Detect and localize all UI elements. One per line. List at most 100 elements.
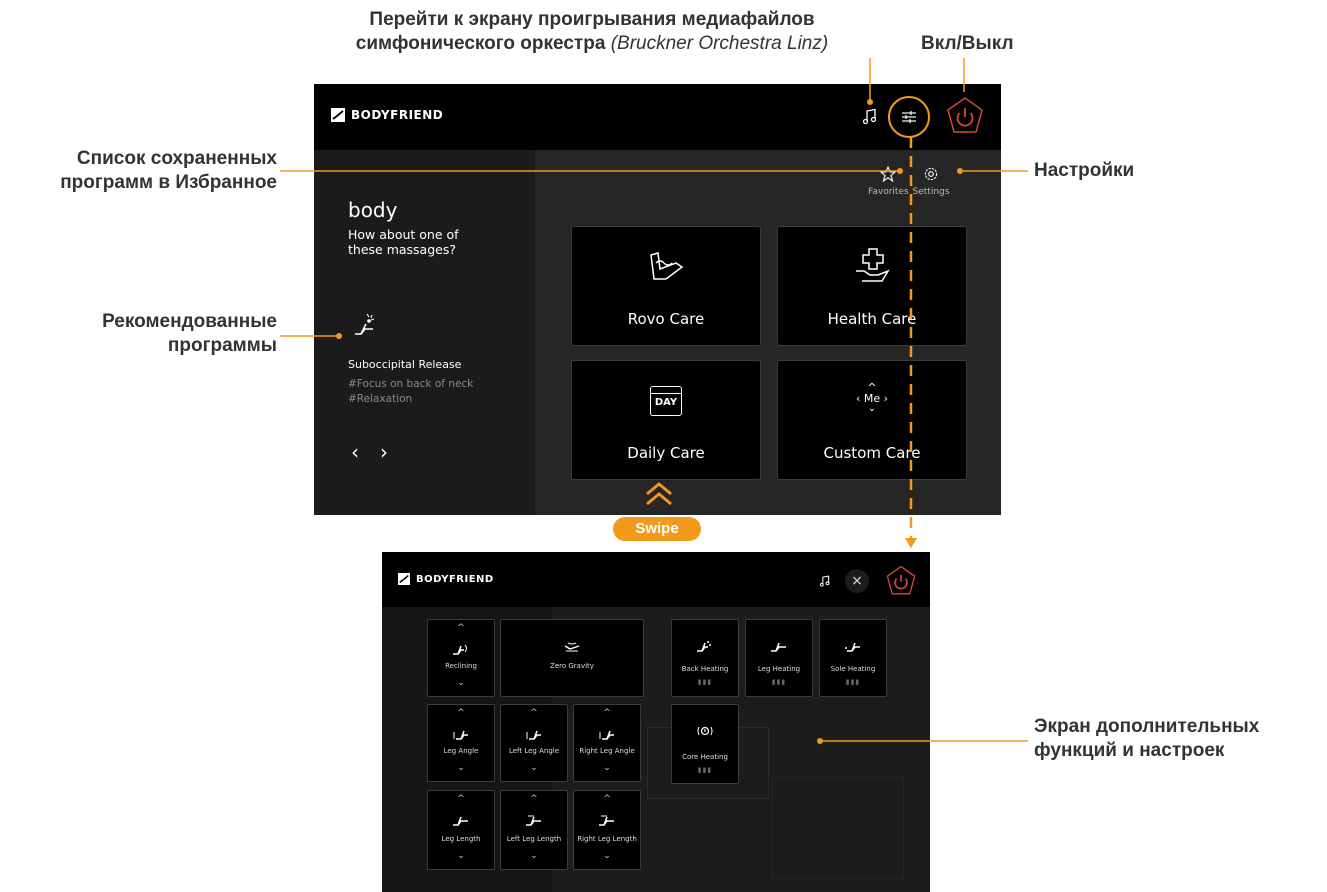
chevron-up-icon[interactable]: ^ bbox=[501, 794, 567, 804]
heating-label: Back Heating bbox=[681, 665, 729, 673]
chevron-down-icon[interactable]: ⌄ bbox=[428, 678, 494, 688]
control-label: Left Leg Length bbox=[506, 835, 562, 843]
back-heating-icon bbox=[697, 641, 711, 652]
heating-label: Sole Heating bbox=[830, 665, 876, 673]
me-arrows-icon: ^ ‹ Me › ⌄ bbox=[855, 381, 889, 414]
zero-gravity-control[interactable]: Zero Gravity bbox=[500, 619, 644, 697]
sliders-icon[interactable] bbox=[901, 109, 917, 125]
card-custom-care[interactable]: ^ ‹ Me › ⌄ Custom Care bbox=[777, 360, 967, 480]
greeting-line1: How about one of bbox=[348, 227, 459, 242]
control-label: Zero Gravity bbox=[550, 662, 594, 670]
main-topbar: BODYFRIEND bbox=[314, 84, 1001, 150]
menu-panel: Favorites Settings Rovo Care Health Care… bbox=[535, 150, 1001, 515]
program-name[interactable]: Suboccipital Release bbox=[348, 358, 461, 371]
music-icon[interactable] bbox=[862, 108, 878, 126]
close-icon: × bbox=[851, 573, 863, 589]
favorites-button[interactable]: Favorites bbox=[868, 165, 909, 197]
right-leg-angle-control[interactable]: ^ Right Leg Angle ⌄ bbox=[573, 704, 641, 782]
leg-angle-icon bbox=[453, 730, 468, 740]
recommended-annotation: Рекомендованные программы bbox=[0, 310, 277, 358]
power-annotation: Вкл/Выкл bbox=[921, 33, 1014, 54]
reclining-icon bbox=[453, 644, 467, 655]
control-label: Leg Length bbox=[441, 835, 481, 843]
chevron-down-icon[interactable]: ⌄ bbox=[428, 763, 494, 773]
next-button[interactable]: › bbox=[380, 440, 388, 464]
massage-chair-icon bbox=[650, 252, 684, 280]
media-annotation-line1: Перейти к экрану проигрывания медиафайло… bbox=[369, 9, 815, 30]
media-annotation-italic: (Bruckner Orchestra Linz) bbox=[610, 33, 829, 54]
heating-level: ▮▮▮ bbox=[697, 766, 713, 774]
core-heating-control[interactable]: Core Heating ▮▮▮ bbox=[671, 704, 739, 784]
heating-level: ▮▮▮ bbox=[697, 678, 713, 686]
chevron-down-icon[interactable]: ⌄ bbox=[501, 763, 567, 773]
extra-annotation-line1: Экран дополнительных bbox=[1034, 716, 1260, 737]
heating-level: ▮▮▮ bbox=[771, 678, 787, 686]
leg-heating-control[interactable]: Leg Heating ▮▮▮ bbox=[745, 619, 813, 697]
main-screen: BODYFRIEND body How about one of these m… bbox=[314, 84, 1001, 515]
card-rovo-care[interactable]: Rovo Care bbox=[571, 226, 761, 346]
music-icon[interactable] bbox=[819, 575, 831, 588]
favorites-label: Favorites bbox=[868, 187, 909, 197]
sole-heating-control[interactable]: Sole Heating ▮▮▮ bbox=[819, 619, 887, 697]
left-leg-length-icon bbox=[526, 815, 541, 826]
chevron-up-icon[interactable]: ^ bbox=[428, 708, 494, 718]
heating-level: ▮▮▮ bbox=[845, 678, 861, 686]
settings-button[interactable]: Settings bbox=[911, 166, 951, 197]
program-tag2: #Relaxation bbox=[348, 393, 413, 405]
swipe-badge: Swipe bbox=[613, 517, 701, 541]
recommended-annotation-line2: программы bbox=[167, 335, 277, 356]
left-leg-angle-control[interactable]: ^ Left Leg Angle ⌄ bbox=[500, 704, 568, 782]
chevron-up-icon[interactable]: ^ bbox=[428, 794, 494, 804]
zero-gravity-icon bbox=[564, 642, 580, 652]
heating-label: Leg Heating bbox=[757, 665, 801, 673]
chevron-up-icon[interactable]: ^ bbox=[428, 623, 494, 633]
chevron-up-icon[interactable]: ^ bbox=[574, 708, 640, 718]
chevron-down-icon[interactable]: ⌄ bbox=[574, 763, 640, 773]
leg-angle-control[interactable]: ^ Leg Angle ⌄ bbox=[427, 704, 495, 782]
leg-length-control[interactable]: ^ Leg Length ⌄ bbox=[427, 790, 495, 870]
greeting-line2: these massages? bbox=[348, 242, 456, 257]
greeting-name: body bbox=[348, 198, 398, 222]
logo-icon bbox=[398, 573, 410, 585]
card-daily-care[interactable]: DAY Daily Care bbox=[571, 360, 761, 480]
brand-logo: BODYFRIEND bbox=[331, 108, 443, 122]
right-leg-angle-icon bbox=[599, 730, 614, 740]
chevron-down-icon[interactable]: ⌄ bbox=[501, 851, 567, 861]
calendar-day-text: DAY bbox=[654, 397, 678, 408]
calendar-day-icon: DAY bbox=[650, 386, 682, 416]
swipe-up-icon[interactable] bbox=[643, 480, 675, 508]
right-leg-length-control[interactable]: ^ Right Leg Length ⌄ bbox=[573, 790, 641, 870]
settings-label: Settings bbox=[912, 187, 950, 197]
recommend-panel: body How about one of these massages? Su… bbox=[314, 150, 535, 515]
control-label: Leg Angle bbox=[443, 747, 479, 755]
reclining-control[interactable]: ^ Reclining ⌄ bbox=[427, 619, 495, 697]
control-label: Right Leg Angle bbox=[579, 747, 635, 755]
close-button[interactable]: × bbox=[845, 569, 869, 593]
chevron-up-icon[interactable]: ^ bbox=[501, 708, 567, 718]
leg-length-icon bbox=[453, 816, 468, 826]
extra-annotation: Экран дополнительных функций и настроек bbox=[1034, 715, 1324, 763]
prev-button[interactable]: ‹ bbox=[351, 440, 359, 464]
extra-topbar: BODYFRIEND × bbox=[382, 552, 930, 607]
favorites-annotation: Список сохраненных программ в Избранное bbox=[0, 147, 277, 195]
left-leg-angle-icon bbox=[526, 730, 541, 740]
control-label: Left Leg Angle bbox=[508, 747, 560, 755]
chevron-up-icon[interactable]: ^ bbox=[574, 794, 640, 804]
control-label: Right Leg Length bbox=[577, 835, 637, 843]
power-button[interactable] bbox=[885, 565, 917, 597]
left-leg-length-control[interactable]: ^ Left Leg Length ⌄ bbox=[500, 790, 568, 870]
favorites-annotation-line2: программ в Избранное bbox=[60, 172, 277, 193]
power-button[interactable] bbox=[945, 96, 985, 136]
star-icon bbox=[879, 165, 897, 183]
card-label: Daily Care bbox=[627, 444, 705, 462]
card-health-care[interactable]: Health Care bbox=[777, 226, 967, 346]
back-heating-control[interactable]: Back Heating ▮▮▮ bbox=[671, 619, 739, 697]
program-tag1: #Focus on back of neck bbox=[348, 378, 474, 390]
card-label: Rovo Care bbox=[627, 310, 705, 328]
sole-heating-icon bbox=[845, 642, 860, 652]
right-leg-length-icon bbox=[599, 815, 614, 826]
chevron-down-icon[interactable]: ⌄ bbox=[428, 851, 494, 861]
chevron-down-icon[interactable]: ⌄ bbox=[574, 851, 640, 861]
settings-annotation: Настройки bbox=[1034, 160, 1135, 181]
recline-massage-icon[interactable] bbox=[352, 312, 378, 338]
